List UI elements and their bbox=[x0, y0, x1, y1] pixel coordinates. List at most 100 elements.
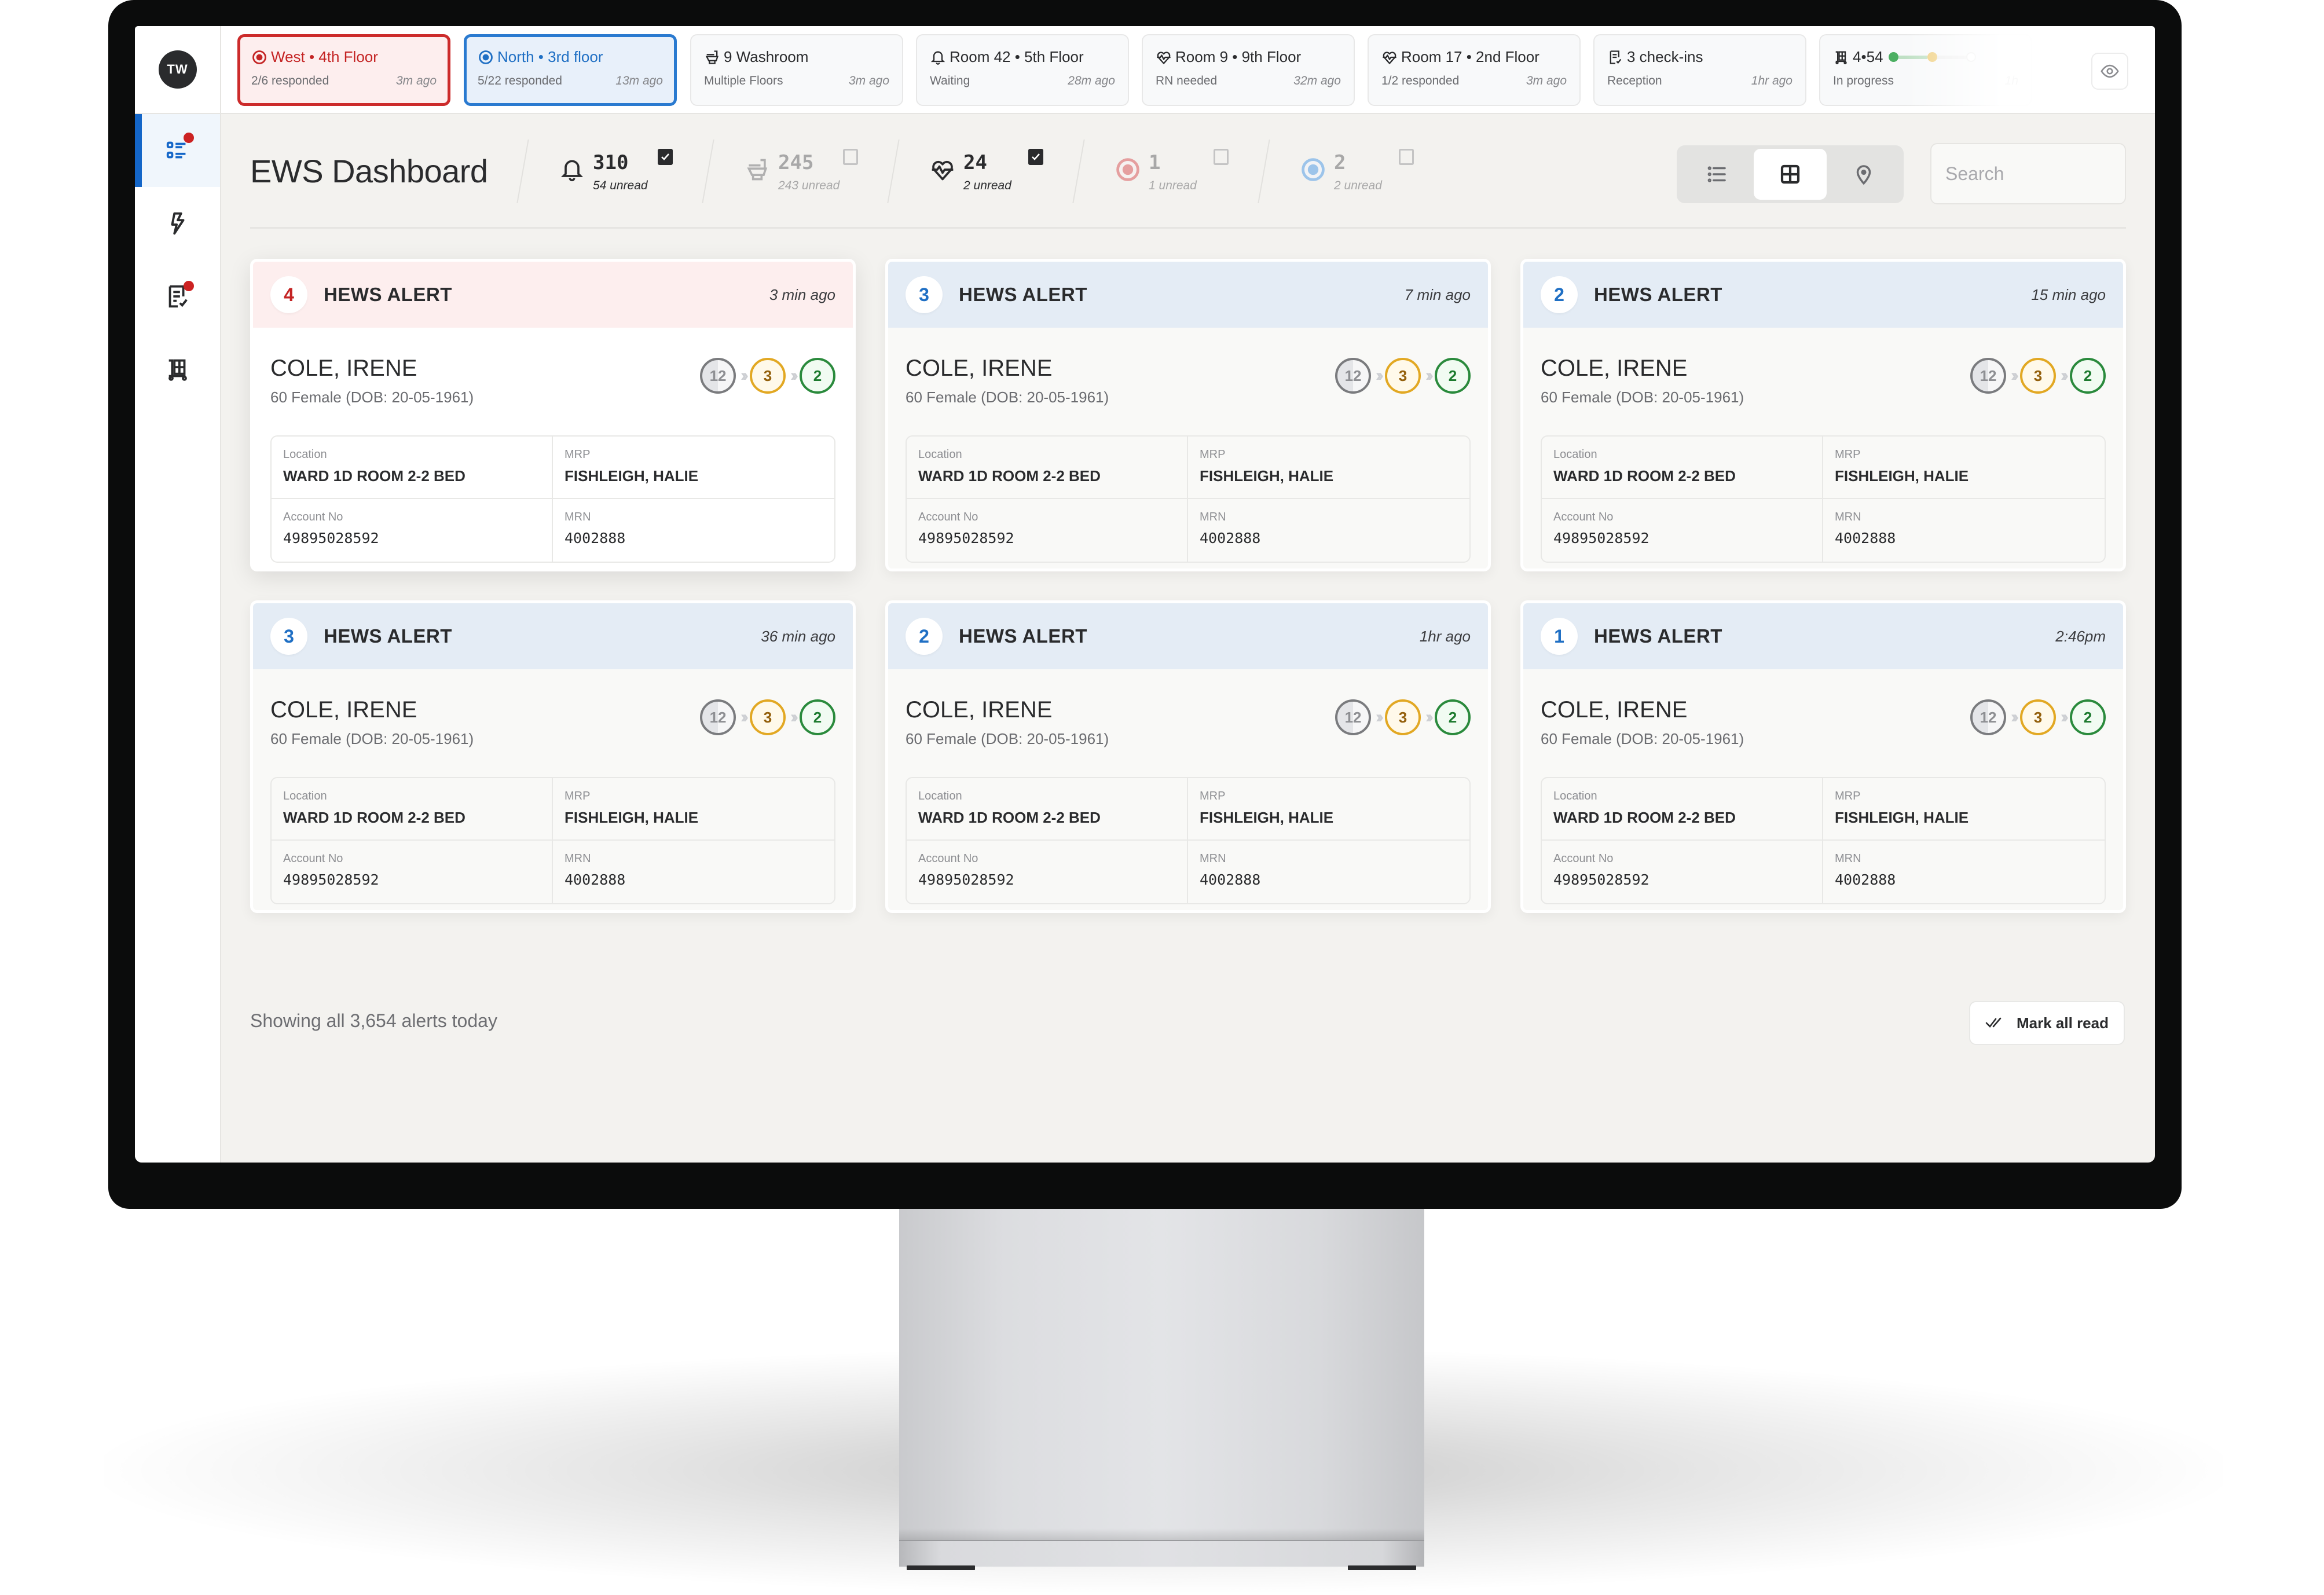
alert-card[interactable]: 1 HEWS ALERT 2:46pm COLE, IRENE 60 Femal… bbox=[1520, 600, 2126, 913]
view-map-button[interactable] bbox=[1827, 149, 1900, 200]
account-cell: Account No 49895028592 bbox=[907, 841, 1188, 903]
patient-info-table: Location WARD 1D ROOM 2-2 BED MRP FISHLE… bbox=[1541, 435, 2106, 563]
mrp-value: FISHLEIGH, HALIE bbox=[1835, 809, 1969, 826]
sidebar-item-tasks[interactable] bbox=[135, 260, 220, 333]
mrp-cell: MRP FISHLEIGH, HALIE bbox=[1188, 778, 1469, 841]
alert-card[interactable]: 3 HEWS ALERT 36 min ago COLE, IRENE 60 F… bbox=[250, 600, 856, 913]
stat-filter[interactable]: 24 2 unread bbox=[887, 140, 1066, 203]
info-label: MRP bbox=[1835, 448, 1861, 461]
alert-pill[interactable]: Room 42 • 5th Floor Waiting 28m ago bbox=[916, 34, 1129, 106]
visibility-toggle-button[interactable] bbox=[2091, 53, 2128, 90]
search-input[interactable] bbox=[1945, 163, 2155, 185]
divider bbox=[516, 140, 529, 203]
location-value: WARD 1D ROOM 2-2 BED bbox=[283, 467, 465, 485]
target-icon bbox=[251, 49, 267, 65]
stat-filter[interactable]: 310 54 unread bbox=[516, 140, 696, 203]
stat-checkbox[interactable] bbox=[658, 149, 673, 165]
chevrons-icon: ›› bbox=[790, 707, 798, 727]
app-screen: TW West • 4th Floor 2/6 responded 3m ago… bbox=[135, 26, 2155, 1163]
mrn-value: 4002888 bbox=[564, 530, 626, 547]
alert-pill[interactable]: Room 9 • 9th Floor RN needed 32m ago bbox=[1142, 34, 1355, 106]
alert-card[interactable]: 3 HEWS ALERT 7 min ago COLE, IRENE 60 Fe… bbox=[885, 259, 1491, 571]
mrp-value: FISHLEIGH, HALIE bbox=[564, 809, 699, 826]
alert-card-header: 4 HEWS ALERT 3 min ago bbox=[253, 262, 853, 328]
alert-pill[interactable]: North • 3rd floor 5/22 responded 13m ago bbox=[464, 34, 677, 106]
pill-subtitle: RN needed bbox=[1156, 74, 1218, 87]
alert-pill[interactable]: 4•54 In progress 1h bbox=[1819, 34, 2032, 106]
info-label: Location bbox=[918, 790, 962, 802]
progress-segment bbox=[1898, 55, 1928, 59]
sidebar-item-alerts-list[interactable] bbox=[135, 114, 220, 187]
trend-score: 12 bbox=[1970, 699, 2007, 735]
location-value: WARD 1D ROOM 2-2 BED bbox=[1553, 467, 1736, 485]
stat-filter[interactable]: 1 1 unread bbox=[1072, 140, 1252, 203]
account-value: 49895028592 bbox=[918, 530, 1014, 547]
heartbeat-icon bbox=[1156, 49, 1172, 65]
pill-time: 13m ago bbox=[615, 74, 663, 87]
info-label: MRN bbox=[1835, 852, 1861, 865]
stat-count: 310 bbox=[593, 151, 629, 174]
location-value: WARD 1D ROOM 2-2 BED bbox=[918, 809, 1101, 826]
pill-subtitle: In progress bbox=[1833, 74, 1894, 87]
pill-title: North • 3rd floor bbox=[497, 48, 603, 65]
notification-dot bbox=[184, 281, 194, 291]
monitor-stand-base bbox=[899, 1540, 1424, 1567]
alert-pill[interactable]: Room 17 • 2nd Floor 1/2 responded 3m ago bbox=[1368, 34, 1581, 106]
alert-pill[interactable]: 9 Washroom Multiple Floors 3m ago bbox=[690, 34, 903, 106]
mark-all-read-label: Mark all read bbox=[2017, 1014, 2109, 1032]
sidebar-item-transport[interactable] bbox=[135, 333, 220, 406]
info-label: Account No bbox=[283, 511, 343, 523]
stat-checkbox[interactable] bbox=[843, 149, 858, 165]
pill-title: Room 17 • 2nd Floor bbox=[1401, 48, 1539, 65]
monitor-stand bbox=[899, 1181, 1424, 1552]
alert-time: 1hr ago bbox=[1419, 627, 1471, 645]
stand-foot-right bbox=[1348, 1565, 1416, 1570]
stat-checkbox[interactable] bbox=[1399, 149, 1414, 165]
alert-card-header: 3 HEWS ALERT 7 min ago bbox=[888, 262, 1488, 328]
stat-filter[interactable]: 2 2 unread bbox=[1258, 140, 1437, 203]
stat-checkbox[interactable] bbox=[1028, 149, 1043, 165]
chevrons-icon: ›› bbox=[1376, 366, 1384, 385]
stat-checkbox[interactable] bbox=[1214, 149, 1229, 165]
view-list-button[interactable] bbox=[1680, 149, 1754, 200]
location-value: WARD 1D ROOM 2-2 BED bbox=[283, 809, 465, 826]
info-label: Location bbox=[283, 790, 327, 802]
trend-score: 3 bbox=[750, 699, 786, 735]
mrp-cell: MRP FISHLEIGH, HALIE bbox=[1823, 437, 2105, 499]
trend-score: 2 bbox=[2070, 358, 2106, 394]
main-content: EWS Dashboard 310 54 unread 245 243 unre… bbox=[221, 114, 2155, 1163]
target-icon bbox=[478, 49, 494, 65]
account-value: 49895028592 bbox=[283, 530, 379, 547]
info-label: MRP bbox=[1200, 448, 1226, 461]
app-logo[interactable]: TW bbox=[158, 50, 197, 89]
info-label: Account No bbox=[283, 852, 343, 865]
location-cell: Location WARD 1D ROOM 2-2 BED bbox=[272, 437, 553, 499]
check-icon bbox=[1032, 153, 1040, 160]
location-value: WARD 1D ROOM 2-2 BED bbox=[918, 467, 1101, 485]
sidebar-item-activity[interactable] bbox=[135, 187, 220, 260]
chevrons-icon: ›› bbox=[1425, 366, 1434, 385]
location-cell: Location WARD 1D ROOM 2-2 BED bbox=[1542, 778, 1823, 841]
logo-cell: TW bbox=[135, 26, 220, 114]
mark-all-read-button[interactable]: Mark all read bbox=[1969, 1001, 2125, 1045]
stat-count: 2 bbox=[1334, 151, 1346, 174]
map-pin-icon bbox=[1856, 165, 1871, 185]
stat-filter[interactable]: 245 243 unread bbox=[702, 140, 881, 203]
location-cell: Location WARD 1D ROOM 2-2 BED bbox=[272, 778, 553, 841]
alert-card[interactable]: 4 HEWS ALERT 3 min ago COLE, IRENE 60 Fe… bbox=[250, 259, 856, 571]
view-grid-button[interactable] bbox=[1753, 149, 1827, 200]
list-icon bbox=[1707, 166, 1726, 182]
alert-card-header: 2 HEWS ALERT 15 min ago bbox=[1523, 262, 2123, 328]
alert-card-header: 3 HEWS ALERT 36 min ago bbox=[253, 603, 853, 669]
hews-score-badge: 3 bbox=[906, 276, 943, 313]
alert-pill[interactable]: West • 4th Floor 2/6 responded 3m ago bbox=[237, 34, 450, 106]
alert-card-body: COLE, IRENE 60 Female (DOB: 20-05-1961) … bbox=[1523, 328, 2123, 563]
trend-score: 12 bbox=[1970, 358, 2007, 394]
alert-card[interactable]: 2 HEWS ALERT 15 min ago COLE, IRENE 60 F… bbox=[1520, 259, 2126, 571]
alert-card-grid: 4 HEWS ALERT 3 min ago COLE, IRENE 60 Fe… bbox=[250, 259, 2126, 913]
alert-pill[interactable]: 3 check-ins Reception 1hr ago bbox=[1593, 34, 1806, 106]
notification-dot bbox=[184, 133, 194, 143]
chevrons-icon: ›› bbox=[741, 366, 749, 385]
alert-card[interactable]: 2 HEWS ALERT 1hr ago COLE, IRENE 60 Fema… bbox=[885, 600, 1491, 913]
toilet-icon bbox=[704, 49, 720, 65]
